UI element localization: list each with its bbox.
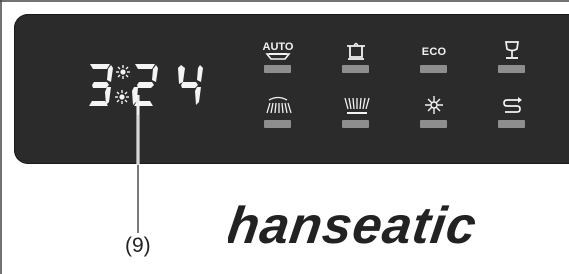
callout-label: (9) [125, 234, 151, 257]
auto-program-button[interactable]: AUTO [258, 36, 298, 80]
eco-program-led [420, 65, 447, 73]
digit-4 [178, 65, 203, 105]
quick-wash-spray-icon [258, 91, 298, 117]
hygiene-button[interactable] [414, 91, 454, 135]
eco-program-button[interactable]: ECO [414, 36, 454, 80]
hanseatic-logo: hanseatic [228, 197, 481, 255]
quick-wash-led [264, 120, 291, 128]
rinse-led [498, 120, 525, 128]
prewash-spray-icon [336, 91, 376, 117]
glass-program-button[interactable] [492, 36, 532, 80]
brand-name: hanseatic [228, 197, 481, 255]
intensive-program-button[interactable] [336, 36, 376, 80]
auto-label: AUTO [263, 41, 294, 53]
eco-label: ECO [421, 46, 447, 58]
digit-3 [89, 64, 113, 106]
prewash-led [342, 120, 369, 128]
callout-line [136, 95, 140, 233]
glass-program-led [498, 65, 525, 73]
wine-glass-icon [492, 36, 532, 62]
hygiene-led [420, 120, 447, 128]
prewash-button[interactable] [336, 91, 376, 135]
auto-program-led [264, 65, 291, 73]
timer-separator-icon [115, 65, 130, 104]
rinse-arrows-icon [492, 91, 532, 117]
rinse-button[interactable] [492, 91, 532, 135]
pot-intensive-icon [336, 36, 376, 62]
auto-program-icon: AUTO [258, 36, 298, 62]
time-display-digits [89, 64, 203, 106]
hygiene-sparkle-icon [414, 91, 454, 117]
intensive-program-led [342, 65, 369, 73]
quick-wash-button[interactable] [258, 91, 298, 135]
eco-program-icon: ECO [414, 36, 454, 62]
time-display [86, 60, 226, 110]
